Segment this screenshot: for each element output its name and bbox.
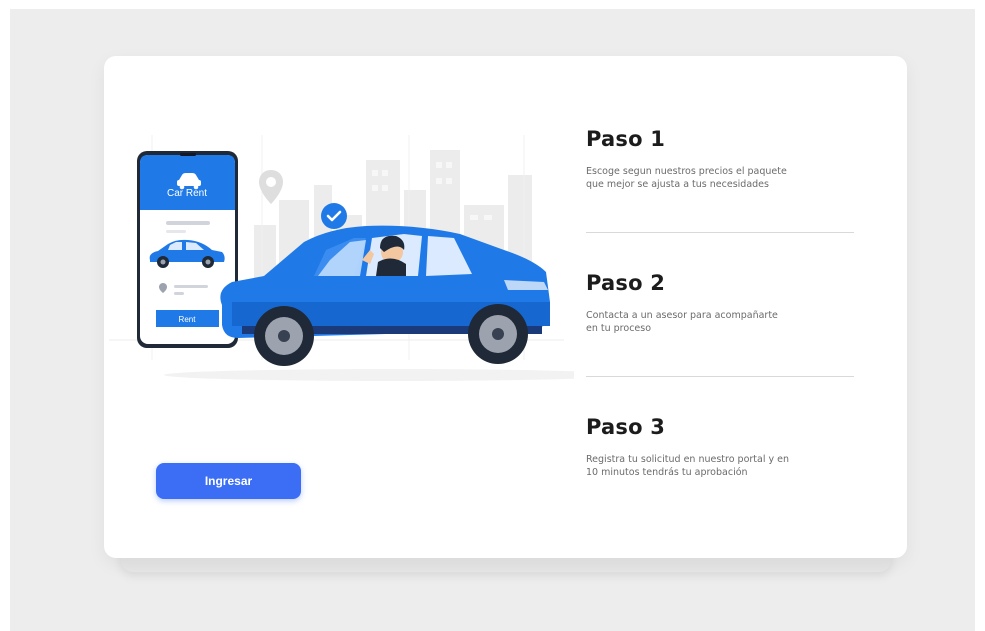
step-2: Paso 2 Contacta a un asesor para acompañ…: [586, 271, 856, 335]
location-pin-icon: [259, 170, 283, 204]
check-badge-icon: [321, 203, 347, 229]
step-divider: [586, 232, 854, 233]
rear-wheel: [468, 304, 528, 364]
front-wheel: [254, 306, 314, 366]
ingresar-button[interactable]: Ingresar: [156, 463, 301, 499]
phone-rent-button-label: Rent: [179, 315, 197, 324]
step-3: Paso 3 Registra tu solicitud en nuestro …: [586, 415, 856, 479]
step-2-title: Paso 2: [586, 271, 666, 295]
step-1: Paso 1 Escoge segun nuestros precios el …: [586, 127, 856, 191]
step-3-description: Registra tu solicitud en nuestro portal …: [586, 454, 790, 478]
step-1-description: Escoge segun nuestros precios el paquete…: [586, 166, 787, 190]
step-2-description: Contacta a un asesor para acompañarte en…: [586, 310, 778, 334]
step-divider: [586, 376, 854, 377]
phone-brand-label: Car Rent: [167, 188, 207, 199]
step-1-title: Paso 1: [586, 127, 666, 151]
step-3-title: Paso 3: [586, 415, 666, 439]
car-rental-illustration: Car Rent Rent: [109, 135, 574, 381]
